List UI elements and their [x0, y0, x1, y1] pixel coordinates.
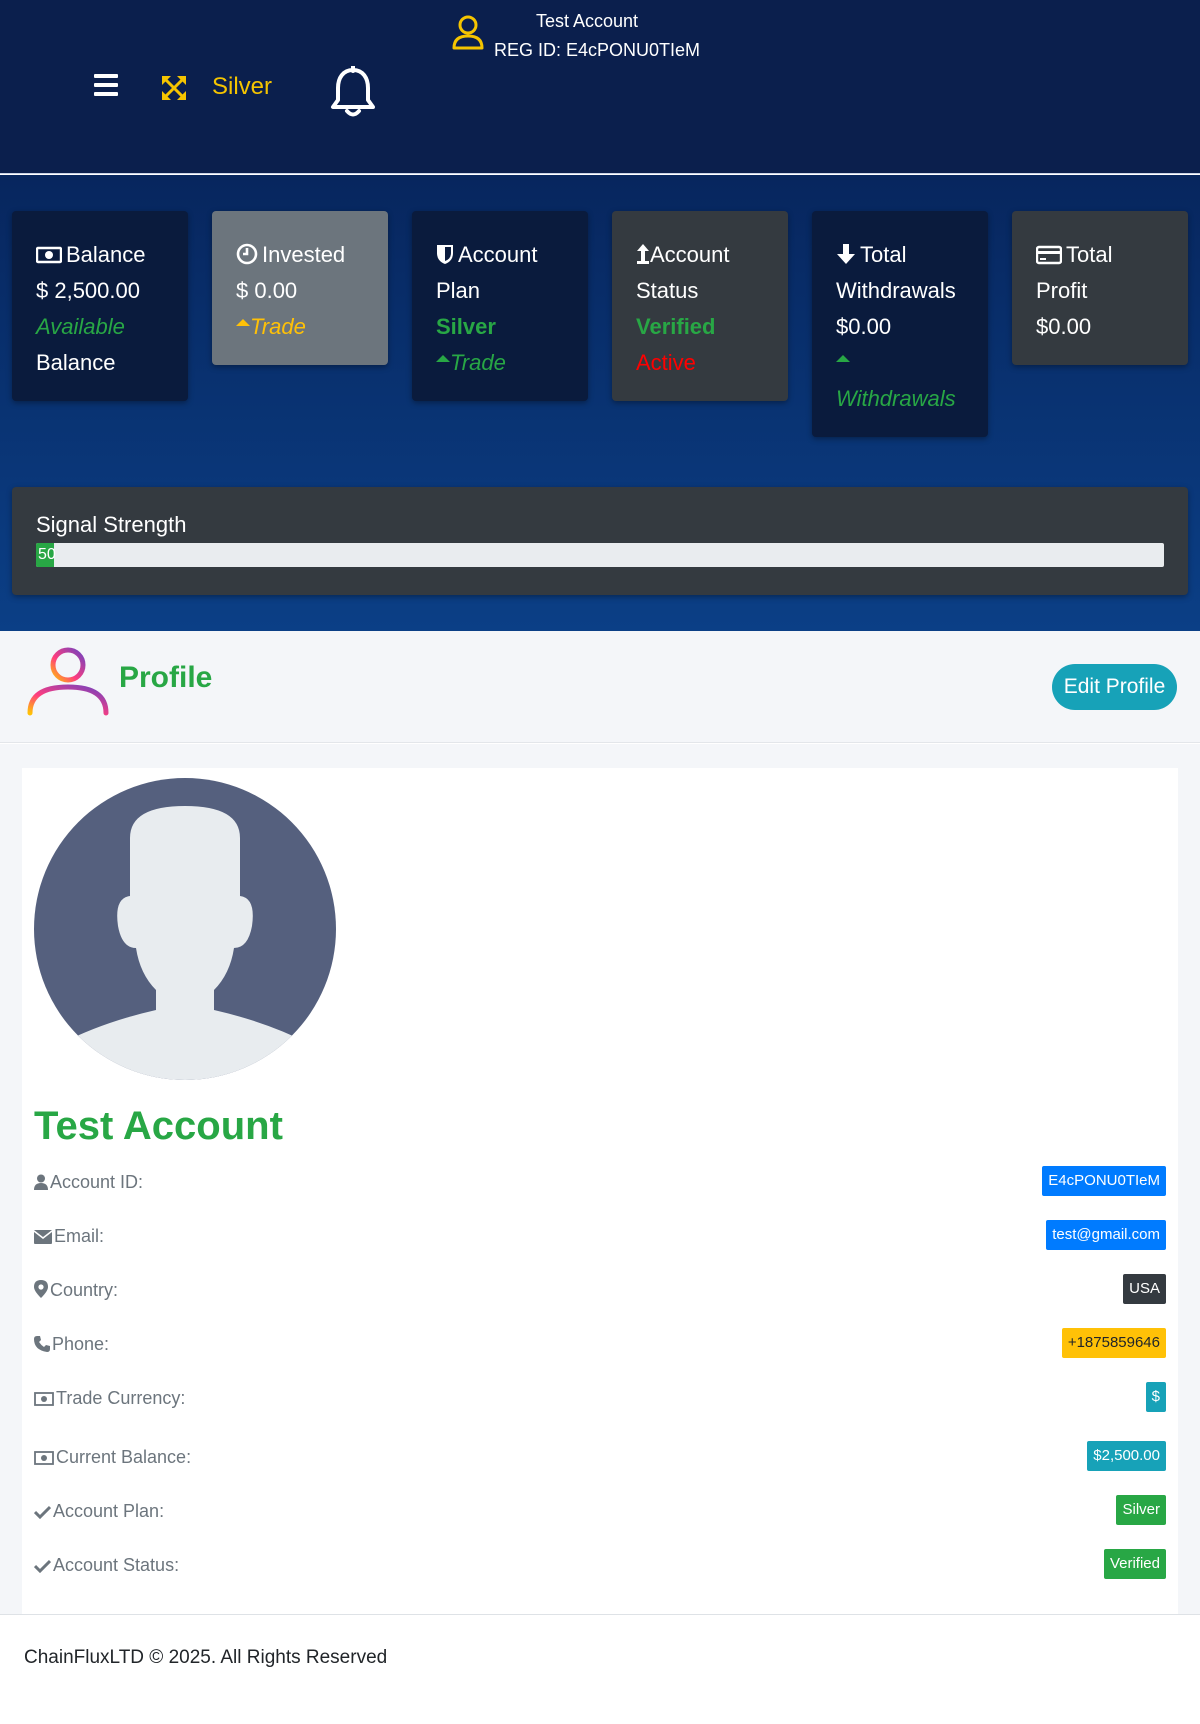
invested-title: Invested	[262, 242, 346, 267]
plan-value: Silver	[436, 314, 496, 339]
status-title-line1: Account	[650, 242, 730, 267]
country-badge: USA	[1123, 1274, 1166, 1304]
profit-card: Total Profit $0.00	[1012, 211, 1188, 365]
status-title-line2: Status	[636, 278, 699, 303]
info-row-country: Country: USA	[34, 1274, 1166, 1310]
header-reg-id: REG ID: E4cPONU0TIeM	[494, 40, 701, 60]
info-label-text: Account Plan:	[53, 1501, 165, 1521]
profile-user-icon	[27, 647, 109, 716]
money-bill-icon	[34, 1392, 54, 1406]
plan-title-line1: Account	[458, 242, 538, 267]
invested-card: Invested $ 0.00 Trade	[212, 211, 388, 365]
avatar	[34, 778, 336, 1080]
signal-title: Signal Strength	[36, 512, 187, 537]
arrow-down-icon	[837, 244, 855, 264]
invested-sub: Trade	[250, 314, 306, 339]
bell-icon[interactable]	[330, 66, 376, 118]
user-outline-icon[interactable]	[451, 14, 485, 52]
user-icon	[34, 1174, 48, 1190]
withdrawals-sub: Withdrawals	[836, 386, 956, 411]
stats-band: Balance $ 2,500.00 Available Balance Inv…	[0, 175, 1200, 631]
account-id-badge: E4cPONU0TIeM	[1042, 1166, 1166, 1196]
info-row-phone: Phone: +1875859646	[34, 1328, 1166, 1364]
hamburger-icon[interactable]	[94, 74, 118, 96]
plan-title-line2: Plan	[436, 278, 481, 303]
envelope-icon	[34, 1230, 52, 1244]
info-row-email: Email: test@gmail.com	[34, 1220, 1166, 1256]
withdrawals-title-line2: Withdrawals	[836, 278, 956, 303]
clock-icon	[236, 243, 258, 265]
account-name: Test Account	[34, 1104, 283, 1148]
profit-title-line1: Total	[1066, 242, 1113, 267]
current-balance-badge: $2,500.00	[1087, 1441, 1166, 1471]
shield-icon	[437, 245, 453, 264]
top-header: Silver Test Account REG ID: E4cPONU0TIeM	[0, 0, 1200, 174]
footer: ChainFluxLTD © 2025. All Rights Reserved	[0, 1614, 1200, 1724]
caret-up-icon	[436, 355, 450, 362]
email-badge: test@gmail.com	[1046, 1220, 1166, 1250]
balance-sub1: Available	[36, 314, 125, 339]
info-label-text: Trade Currency:	[56, 1388, 186, 1408]
info-label-text: Country:	[50, 1280, 119, 1300]
info-label-text: Current Balance:	[56, 1447, 192, 1467]
info-row-current-balance: Current Balance: $2,500.00	[34, 1441, 1166, 1477]
signal-progress-fill: 50	[36, 543, 56, 567]
plan-sub: Trade	[450, 350, 506, 375]
expand-arrows-icon[interactable]	[162, 76, 186, 100]
caret-up-icon	[236, 319, 250, 326]
trade-currency-badge: $	[1145, 1382, 1166, 1412]
plan-label[interactable]: Silver	[212, 73, 272, 101]
info-label-text: Phone:	[52, 1334, 110, 1354]
profit-title-line2: Profit	[1036, 278, 1088, 303]
withdrawals-card: Total Withdrawals $0.00 Withdrawals	[812, 211, 988, 437]
balance-amount: $ 2,500.00	[36, 278, 140, 303]
edit-profile-button[interactable]: Edit Profile	[1052, 664, 1177, 710]
signal-progress-bar: 50	[36, 543, 1164, 567]
balance-sub2: Balance	[36, 350, 116, 375]
status-active: Active	[636, 350, 696, 375]
check-icon	[34, 1505, 51, 1519]
profit-amount: $0.00	[1036, 314, 1092, 339]
withdrawals-title-line1: Total	[860, 242, 907, 267]
plan-card: Account Plan Silver Trade	[412, 211, 588, 401]
money-bill-icon	[34, 1451, 54, 1465]
caret-up-icon	[836, 355, 850, 362]
info-row-account-plan: Account Plan: Silver	[34, 1495, 1166, 1531]
credit-card-icon	[1036, 245, 1062, 265]
check-icon	[34, 1559, 51, 1573]
phone-badge: +1875859646	[1061, 1328, 1166, 1358]
info-row-trade-currency: Trade Currency: $	[34, 1382, 1166, 1418]
info-row-account-id: Account ID: E4cPONU0TIeM	[34, 1166, 1166, 1202]
info-label-text: Email:	[54, 1226, 105, 1246]
map-pin-icon	[34, 1280, 48, 1298]
profile-header: Profile Edit Profile	[0, 631, 1200, 743]
header-user-name: Test Account	[536, 11, 639, 31]
account-status-badge: Verified	[1103, 1549, 1166, 1579]
info-row-account-status: Account Status: Verified	[34, 1549, 1166, 1585]
profile-title: Profile	[119, 661, 213, 694]
info-label-text: Account Status:	[53, 1555, 180, 1575]
account-plan-badge: Silver	[1116, 1495, 1166, 1525]
status-verified: Verified	[636, 314, 716, 339]
info-label-text: Account ID:	[50, 1172, 144, 1192]
withdrawals-amount: $0.00	[836, 314, 892, 339]
money-bill-icon	[36, 246, 62, 264]
balance-title: Balance	[66, 242, 146, 267]
footer-copyright: ChainFluxLTD © 2025. All Rights Reserved	[24, 1647, 388, 1668]
signal-strength-panel: Signal Strength 50	[12, 487, 1188, 595]
status-card: Account Status Verified Active	[612, 211, 788, 401]
invested-amount: $ 0.00	[236, 278, 298, 303]
balance-card: Balance $ 2,500.00 Available Balance	[12, 211, 188, 401]
arrow-up-icon	[637, 244, 649, 264]
phone-icon	[34, 1336, 50, 1352]
